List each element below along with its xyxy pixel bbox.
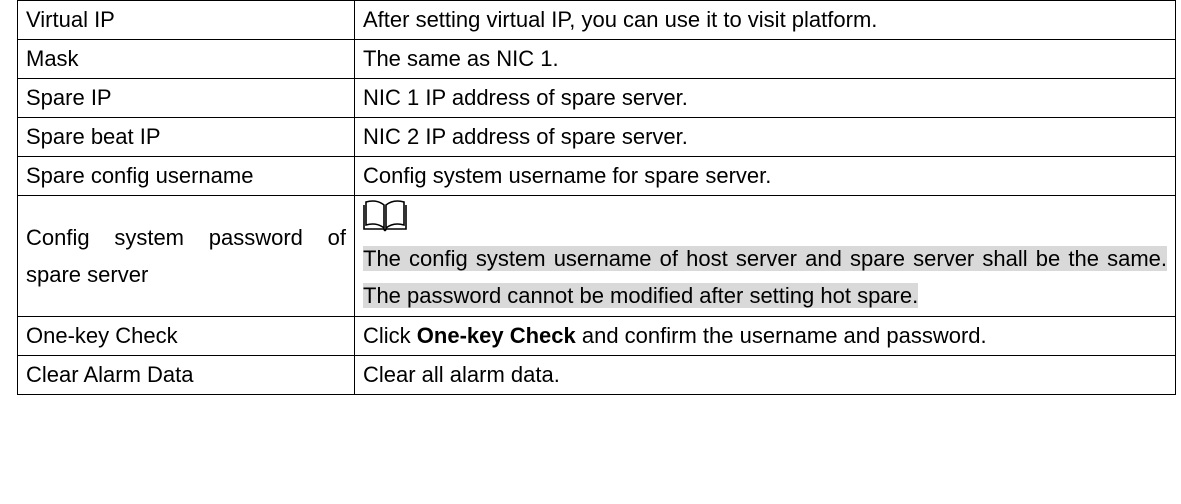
desc-bold-term: One-key Check [416, 323, 576, 348]
param-desc: NIC 1 IP address of spare server. [354, 78, 1176, 118]
param-desc: After setting virtual IP, you can use it… [354, 0, 1176, 40]
param-desc-note: The config system username of host serve… [354, 195, 1176, 317]
book-note-icon [363, 200, 407, 232]
param-name: One-key Check [17, 316, 355, 356]
param-name: Virtual IP [17, 0, 355, 40]
table-row: Spare beat IP NIC 2 IP address of spare … [17, 117, 1176, 157]
note-text: The config system username of host serve… [363, 246, 1167, 308]
param-name: Spare config username [17, 156, 355, 196]
table-row: Clear Alarm Data Clear all alarm data. [17, 355, 1176, 395]
table-row: Config system password of spare server T… [17, 195, 1176, 317]
param-desc: Config system username for spare server. [354, 156, 1176, 196]
param-desc: Clear all alarm data. [354, 355, 1176, 395]
param-desc: The same as NIC 1. [354, 39, 1176, 79]
table-row: Virtual IP After setting virtual IP, you… [17, 0, 1176, 40]
param-desc: Click One-key Check and confirm the user… [354, 316, 1176, 356]
param-name: Clear Alarm Data [17, 355, 355, 395]
param-name: Config system password of spare server [17, 195, 355, 317]
table-row: Spare config username Config system user… [17, 156, 1176, 196]
param-desc: NIC 2 IP address of spare server. [354, 117, 1176, 157]
desc-suffix: and confirm the username and password. [575, 323, 987, 348]
param-name: Spare IP [17, 78, 355, 118]
table-row: Mask The same as NIC 1. [17, 39, 1176, 79]
param-name: Mask [17, 39, 355, 79]
desc-prefix: Click [363, 323, 417, 348]
param-name: Spare beat IP [17, 117, 355, 157]
table-row: Spare IP NIC 1 IP address of spare serve… [17, 78, 1176, 118]
table-row: One-key Check Click One-key Check and co… [17, 316, 1176, 356]
parameter-table: Virtual IP After setting virtual IP, you… [17, 0, 1176, 395]
